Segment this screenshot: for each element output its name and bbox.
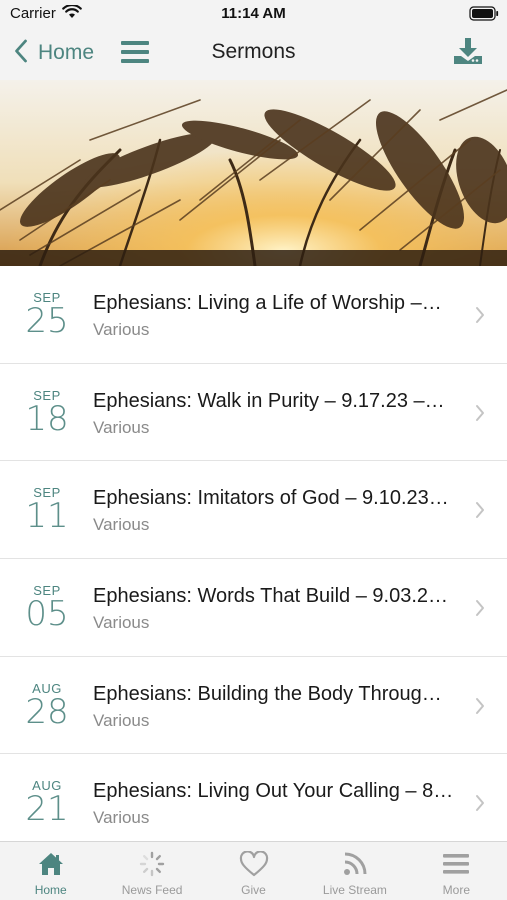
sermon-date: SEP 18 bbox=[14, 388, 80, 439]
status-time: 11:14 AM bbox=[221, 5, 286, 22]
sermon-list: SEP 25 Ephesians: Living a Life of Worship… bbox=[0, 266, 507, 841]
sermon-date: AUG 28 bbox=[14, 681, 80, 732]
more-menu-icon bbox=[440, 850, 472, 878]
live-stream-icon bbox=[339, 850, 371, 878]
home-icon bbox=[35, 850, 67, 878]
news-feed-icon bbox=[136, 850, 168, 878]
sermon-date-day: 28 bbox=[25, 691, 69, 732]
sermon-date: SEP 11 bbox=[14, 486, 80, 537]
sermon-speaker: Various bbox=[93, 710, 150, 730]
tab-label: Give bbox=[241, 883, 266, 897]
chevron-right-icon bbox=[475, 404, 485, 427]
tab-give[interactable]: Give bbox=[203, 842, 304, 900]
tab-label: Live Stream bbox=[322, 883, 387, 897]
sermon-date: AUG 21 bbox=[14, 779, 80, 830]
sermon-speaker: Various bbox=[93, 808, 150, 828]
sermon-date: SEP 05 bbox=[14, 584, 80, 635]
status-bar: Carrier 11:14 AM bbox=[0, 0, 507, 28]
tab-bar: Home News Feed Give Live Stream More bbox=[0, 841, 507, 900]
chevron-right-icon bbox=[475, 306, 485, 329]
sermon-row[interactable]: AUG 28 Ephesians: Building the Body Throug… bbox=[0, 657, 507, 755]
chevron-right-icon bbox=[475, 794, 485, 817]
sermon-row[interactable]: AUG 21 Ephesians: Living Out Your Calling … bbox=[0, 754, 507, 841]
hero-image bbox=[0, 80, 507, 266]
chevron-right-icon bbox=[475, 599, 485, 622]
chevron-right-icon bbox=[475, 501, 485, 524]
navigation-bar: Home Sermons bbox=[0, 28, 507, 80]
tab-label: Home bbox=[34, 883, 67, 897]
sermon-row[interactable]: SEP 18 Ephesians: Walk in Purity – 9.17.23… bbox=[0, 364, 507, 462]
sermon-title: Ephesians: Living a Life of Worship –… bbox=[93, 292, 442, 314]
sermon-date-day: 21 bbox=[25, 789, 69, 830]
tab-home[interactable]: Home bbox=[0, 842, 101, 900]
sermon-title: Ephesians: Building the Body Throug… bbox=[93, 682, 442, 705]
sermon-title: Ephesians: Words That Build – 9.03.2… bbox=[93, 585, 449, 608]
battery-icon bbox=[469, 6, 499, 26]
page-title: Sermons bbox=[211, 40, 296, 63]
sermon-title: Ephesians: Walk in Purity – 9.17.23 –… bbox=[93, 389, 445, 412]
tab-news-feed[interactable]: News Feed bbox=[101, 842, 202, 900]
heart-icon bbox=[238, 850, 270, 878]
tab-label: News Feed bbox=[121, 883, 183, 897]
tab-label: More bbox=[442, 883, 470, 897]
sermon-speaker: Various bbox=[93, 320, 150, 339]
sermon-title: Ephesians: Living Out Your Calling – 8… bbox=[93, 780, 454, 803]
chevron-right-icon bbox=[475, 697, 485, 720]
sermon-row[interactable]: SEP 11 Ephesians: Imitators of God – 9.10.… bbox=[0, 461, 507, 560]
sermon-title: Ephesians: Imitators of God – 9.10.23… bbox=[93, 487, 449, 510]
sermon-date-day: 11 bbox=[25, 496, 69, 537]
sermon-speaker: Various bbox=[93, 515, 150, 535]
tab-more[interactable]: More bbox=[406, 842, 507, 900]
sermon-date-day: 18 bbox=[25, 398, 69, 439]
sermon-speaker: Various bbox=[93, 613, 150, 633]
sermon-date-day: 25 bbox=[25, 301, 69, 341]
sermon-row[interactable]: SEP 25 Ephesians: Living a Life of Worship… bbox=[0, 266, 507, 364]
download-icon[interactable] bbox=[453, 37, 483, 70]
sermon-row[interactable]: SEP 05 Ephesians: Words That Build – 9.03.… bbox=[0, 559, 507, 657]
sermon-date: SEP 25 bbox=[14, 291, 80, 341]
tab-live-stream[interactable]: Live Stream bbox=[304, 842, 405, 900]
sermon-speaker: Various bbox=[93, 417, 150, 437]
sermon-date-day: 05 bbox=[25, 594, 69, 635]
